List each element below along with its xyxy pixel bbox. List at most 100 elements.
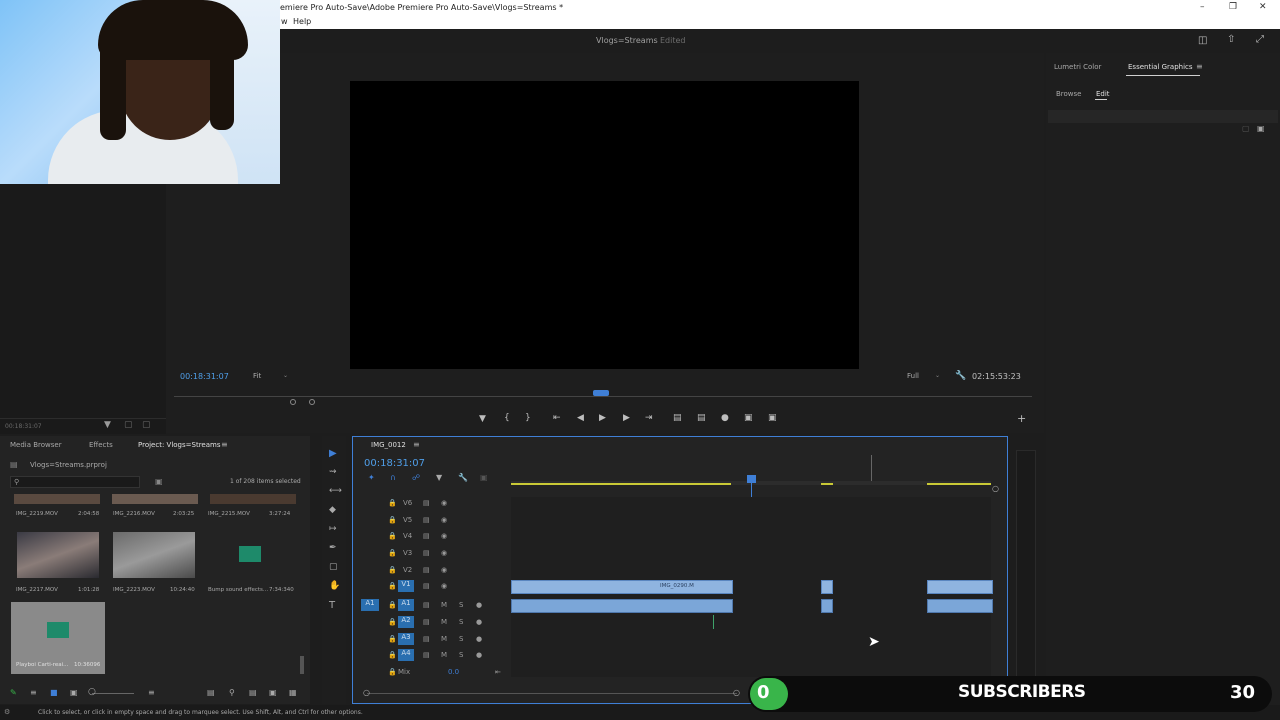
timeline-menu-icon[interactable]: ≡	[413, 440, 420, 449]
lock-icon[interactable]: 🔒	[388, 549, 397, 557]
list-view-icon[interactable]: ≡	[30, 688, 37, 697]
restore-icon[interactable]: ❐	[1229, 2, 1237, 12]
sync-lock-icon[interactable]: ▤	[423, 549, 430, 557]
lock-icon[interactable]: 🔒	[388, 668, 397, 676]
audio-clip[interactable]	[511, 599, 733, 613]
sync-lock-icon[interactable]: ▤	[423, 499, 430, 507]
lift-icon[interactable]: ▤	[673, 413, 682, 423]
track-label[interactable]: A2	[398, 616, 414, 628]
eye-icon[interactable]: ◉	[441, 532, 447, 540]
sort-icon[interactable]: ≡	[148, 688, 155, 697]
trash-icon[interactable]: ▦	[289, 688, 297, 697]
mute-button[interactable]: M	[441, 618, 447, 626]
step-forward-icon[interactable]: ▶	[623, 413, 630, 423]
mute-button[interactable]: M	[441, 651, 447, 659]
add-button-icon[interactable]: +	[1017, 412, 1026, 425]
filter-icon[interactable]: ▼	[104, 420, 111, 430]
layer-options-icon[interactable]: ▣	[1257, 124, 1265, 133]
project-search-input[interactable]	[10, 476, 140, 488]
sync-lock-icon[interactable]: ▤	[423, 635, 430, 643]
zoom-slider-handle[interactable]: ○	[88, 687, 96, 697]
solo-button[interactable]: S	[459, 651, 463, 659]
new-bin-icon[interactable]: ▤	[249, 688, 257, 697]
track-label[interactable]: A3	[398, 633, 414, 645]
source-patch-a1[interactable]: A1	[361, 599, 379, 611]
timeline-settings-icon[interactable]: 🔧	[458, 473, 468, 482]
fit-dropdown[interactable]: Fit	[253, 372, 261, 380]
lock-icon[interactable]: 🔒	[388, 618, 397, 626]
mic-icon[interactable]: ●	[476, 651, 482, 659]
thumb-img-2219[interactable]	[14, 494, 100, 504]
timeline-tab[interactable]: IMG_0012	[371, 441, 406, 449]
sync-lock-icon[interactable]: ▤	[423, 532, 430, 540]
razor-tool-icon[interactable]: ◆	[329, 505, 336, 515]
type-tool-icon[interactable]: T	[329, 600, 335, 611]
tab-edit[interactable]: Edit	[1096, 90, 1110, 98]
scroll-handle-left[interactable]: ○	[363, 688, 370, 697]
minimize-icon[interactable]: –	[1200, 2, 1205, 12]
eye-icon[interactable]: ◉	[441, 582, 447, 590]
mic-icon[interactable]: ●	[476, 635, 482, 643]
ripple-edit-tool-icon[interactable]: ⟷	[329, 486, 342, 496]
go-to-in-icon[interactable]: ⇤	[553, 413, 561, 423]
timeline-scrollbar[interactable]	[367, 693, 737, 694]
solo-button[interactable]: S	[459, 618, 463, 626]
audio-clip[interactable]	[927, 599, 993, 613]
eye-icon[interactable]: ◉	[441, 549, 447, 557]
track-label[interactable]: A4	[398, 649, 414, 661]
zoom-handle-right[interactable]	[309, 399, 315, 405]
video-clip[interactable]: IMG_0290.M	[511, 580, 733, 594]
search-icon[interactable]: ⚲	[14, 478, 19, 486]
lock-icon[interactable]: 🔒	[388, 516, 397, 524]
icon-view-icon[interactable]: ■	[50, 688, 58, 697]
panel-menu-icon[interactable]: ≡	[1196, 62, 1203, 71]
play-icon[interactable]: ▶	[599, 413, 606, 423]
pen-tool-icon[interactable]: ✒	[329, 543, 337, 553]
track-select-tool-icon[interactable]: ⇝	[329, 467, 337, 477]
add-marker-icon[interactable]: ▼	[436, 473, 442, 482]
tab-essential-graphics[interactable]: Essential Graphics	[1128, 63, 1193, 71]
fit-chevron-icon[interactable]: ⌄	[283, 372, 288, 379]
sync-lock-icon[interactable]: ▤	[423, 516, 430, 524]
quality-dropdown[interactable]: Full	[907, 372, 919, 380]
thumb-img-2216[interactable]	[112, 494, 198, 504]
program-ruler[interactable]	[174, 396, 1032, 397]
sync-lock-icon[interactable]: ▤	[423, 582, 430, 590]
mic-icon[interactable]: ●	[476, 618, 482, 626]
quality-chevron-icon[interactable]: ⌄	[935, 372, 940, 379]
tab-project[interactable]: Project: Vlogs=Streams	[138, 441, 220, 449]
tab-effects[interactable]: Effects	[89, 441, 113, 449]
mark-out-icon[interactable]: }	[525, 413, 531, 423]
share-icon[interactable]: ⇧	[1227, 34, 1235, 45]
overwrite-icon[interactable]: ▣	[768, 413, 777, 423]
mic-icon[interactable]: ●	[476, 601, 482, 609]
new-item-icon[interactable]: ▣	[269, 688, 277, 697]
lock-icon[interactable]: 🔒	[388, 582, 397, 590]
project-menu-icon[interactable]: ≡	[221, 440, 228, 449]
sync-lock-icon[interactable]: ▤	[423, 651, 430, 659]
tab-lumetri-color[interactable]: Lumetri Color	[1054, 63, 1101, 71]
lock-icon[interactable]: 🔒	[388, 566, 397, 574]
linked-selection-icon[interactable]: ☍	[412, 473, 420, 482]
tab-browse[interactable]: Browse	[1056, 90, 1082, 98]
export-frame-icon[interactable]: ▢	[142, 420, 151, 430]
freeform-view-icon[interactable]: ▣	[70, 688, 78, 697]
thumb-img-2223[interactable]	[113, 532, 195, 578]
scroll-handle-right[interactable]: ○	[733, 688, 740, 697]
video-clip[interactable]	[821, 580, 833, 594]
track-label[interactable]: A1	[398, 599, 414, 611]
lock-icon[interactable]: 🔒	[388, 532, 397, 540]
fullscreen-icon[interactable]: ⤢	[1256, 34, 1264, 45]
program-playhead[interactable]	[593, 390, 609, 396]
mix-end-icon[interactable]: ⇤	[495, 668, 501, 676]
track-label[interactable]: V1	[398, 580, 414, 592]
close-icon[interactable]: ✕	[1259, 2, 1267, 12]
find-icon[interactable]: ⚲	[229, 688, 235, 697]
wrench-icon[interactable]: 🔧	[955, 371, 966, 381]
lock-icon[interactable]: 🔒	[388, 651, 397, 659]
export-frame-icon[interactable]: ●	[721, 413, 729, 423]
selection-tool-icon[interactable]: ▶	[329, 448, 337, 459]
add-marker-icon[interactable]: ▼	[479, 414, 486, 424]
tab-media-browser[interactable]: Media Browser	[10, 441, 62, 449]
playhead-handle[interactable]	[747, 475, 756, 483]
